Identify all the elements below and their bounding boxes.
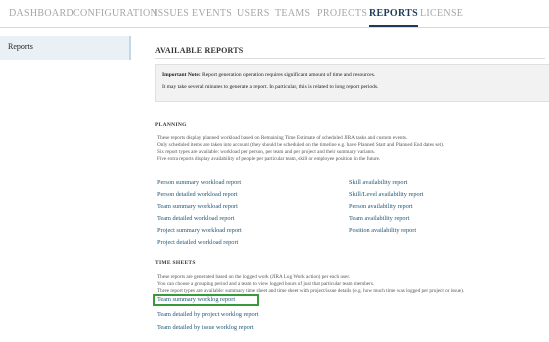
planning-description-line: Five extra reports display availability … xyxy=(157,156,381,162)
sidebar-item-reports[interactable]: Reports xyxy=(0,36,131,60)
note-text: Report generation operation requires sig… xyxy=(200,72,376,78)
tab-events[interactable]: EVENTS xyxy=(192,8,232,19)
tab-projects[interactable]: PROJECTS xyxy=(317,8,367,19)
note-label: Important Note: xyxy=(162,72,201,78)
note-line-1: Important Note: Report generation operat… xyxy=(162,72,375,78)
timesheets-description-line: These reports are generated based on the… xyxy=(157,274,351,280)
link-skill-availability[interactable]: Skill availability report xyxy=(349,179,407,186)
planning-description-line: These reports display planned workload b… xyxy=(157,135,408,141)
link-team-availability[interactable]: Team availability report xyxy=(349,215,409,222)
tab-dashboard[interactable]: DASHBOARD xyxy=(9,8,74,19)
top-navigation: DASHBOARD CONFIGURATION ISSUES EVENTS US… xyxy=(0,0,549,28)
link-person-availability[interactable]: Person availability report xyxy=(349,203,413,210)
timesheets-description-line: You can choose a grouping period and a t… xyxy=(157,281,375,287)
link-person-detailed-workload[interactable]: Person detailed workload report xyxy=(157,191,238,198)
section-heading-time-sheets: TIME SHEETS xyxy=(155,260,196,266)
section-heading-planning: PLANNING xyxy=(155,122,187,128)
important-note-box: Important Note: Report generation operat… xyxy=(155,64,549,102)
link-team-detailed-workload[interactable]: Team detailed workload report xyxy=(157,215,234,222)
planning-description-line: Only scheduled items are taken into acco… xyxy=(157,142,445,148)
link-person-summary-workload[interactable]: Person summary workload report xyxy=(157,179,241,186)
link-position-availability[interactable]: Position availability report xyxy=(349,227,416,234)
planning-description-line: Six report types are available: workload… xyxy=(157,149,376,155)
page-title: AVAILABLE REPORTS xyxy=(155,46,244,55)
note-line-2: It may take several minutes to generate … xyxy=(162,84,379,90)
divider xyxy=(155,58,545,59)
link-project-summary-workload[interactable]: Project summary workload report xyxy=(157,227,242,234)
link-skill-level-availability[interactable]: Skill/Level availability report xyxy=(349,191,424,198)
tab-reports[interactable]: REPORTS xyxy=(369,8,418,27)
link-team-summary-workload[interactable]: Team summary workload report xyxy=(157,203,238,210)
link-project-detailed-workload[interactable]: Project detailed workload report xyxy=(157,239,238,246)
tab-teams[interactable]: TEAMS xyxy=(275,8,310,19)
tab-issues[interactable]: ISSUES xyxy=(154,8,189,19)
link-team-summary-worklog[interactable]: Team summary worklog report xyxy=(157,296,235,303)
sidebar-item-label: Reports xyxy=(8,42,33,51)
tab-license[interactable]: LICENSE xyxy=(420,8,463,19)
tab-users[interactable]: USERS xyxy=(237,8,270,19)
tab-configuration[interactable]: CONFIGURATION xyxy=(73,8,158,19)
sidebar: Reports xyxy=(0,36,131,342)
link-team-detailed-by-issue-worklog[interactable]: Team detailed by issue worklog report xyxy=(157,324,254,331)
link-team-detailed-by-project-worklog[interactable]: Team detailed by project worklog report xyxy=(157,311,259,318)
main-content: AVAILABLE REPORTS Important Note: Report… xyxy=(145,36,549,342)
